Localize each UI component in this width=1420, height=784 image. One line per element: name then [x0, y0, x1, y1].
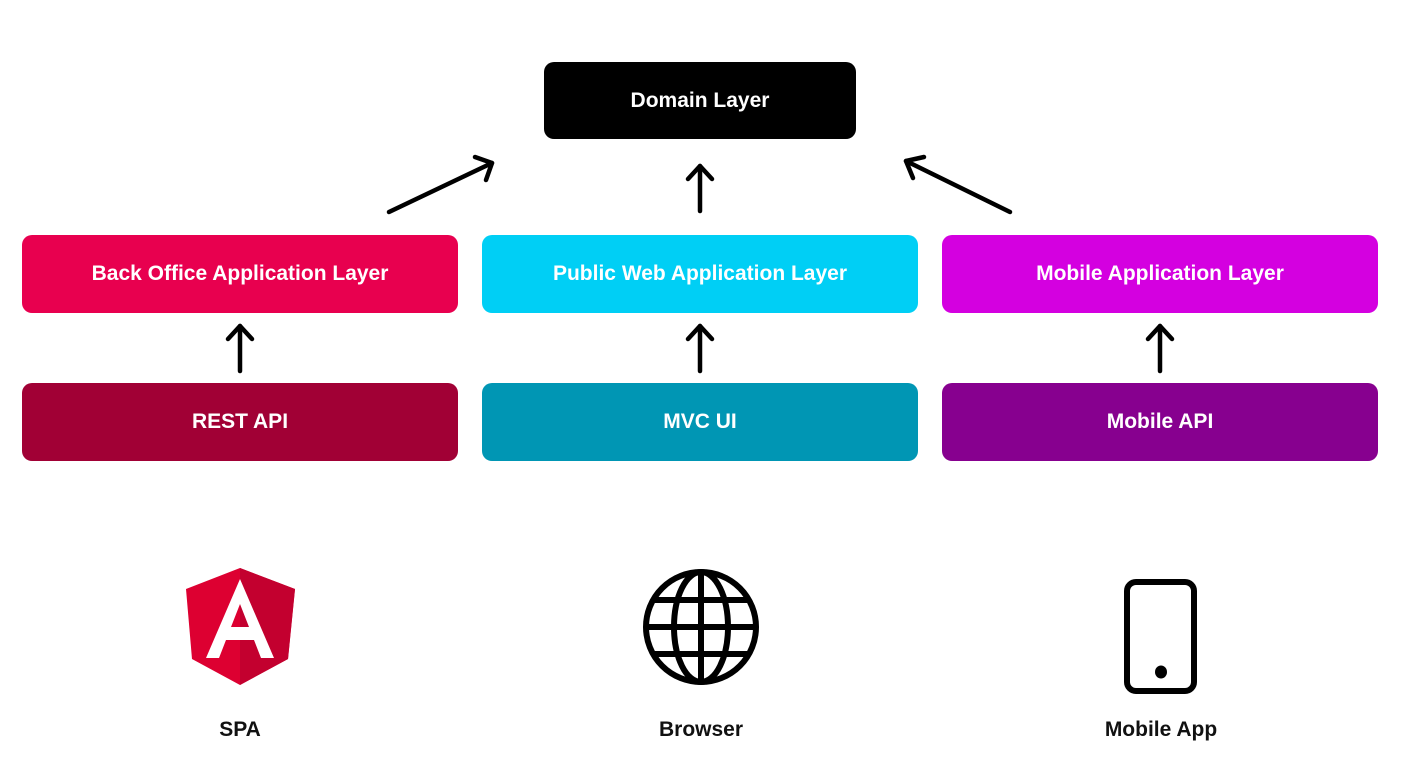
arrow-mobile-to-domain — [903, 154, 1013, 215]
arrow-public-web-to-domain — [685, 163, 715, 214]
client-label-browser: Browser — [658, 718, 744, 741]
globe-icon — [643, 569, 759, 685]
arrow-mobile-api-to-mobile — [1145, 323, 1175, 374]
smartphone-icon — [1124, 579, 1197, 694]
arrow-mvc-ui-to-public-web — [685, 323, 715, 374]
angular-logo-icon — [186, 568, 295, 685]
arrow-rest-api-to-back-office — [225, 323, 255, 374]
arrow-back-office-to-domain — [386, 154, 495, 215]
connectors — [186, 154, 1197, 694]
client-label-spa: SPA — [219, 718, 261, 741]
client-label-mobile-app: Mobile App — [1104, 718, 1218, 741]
